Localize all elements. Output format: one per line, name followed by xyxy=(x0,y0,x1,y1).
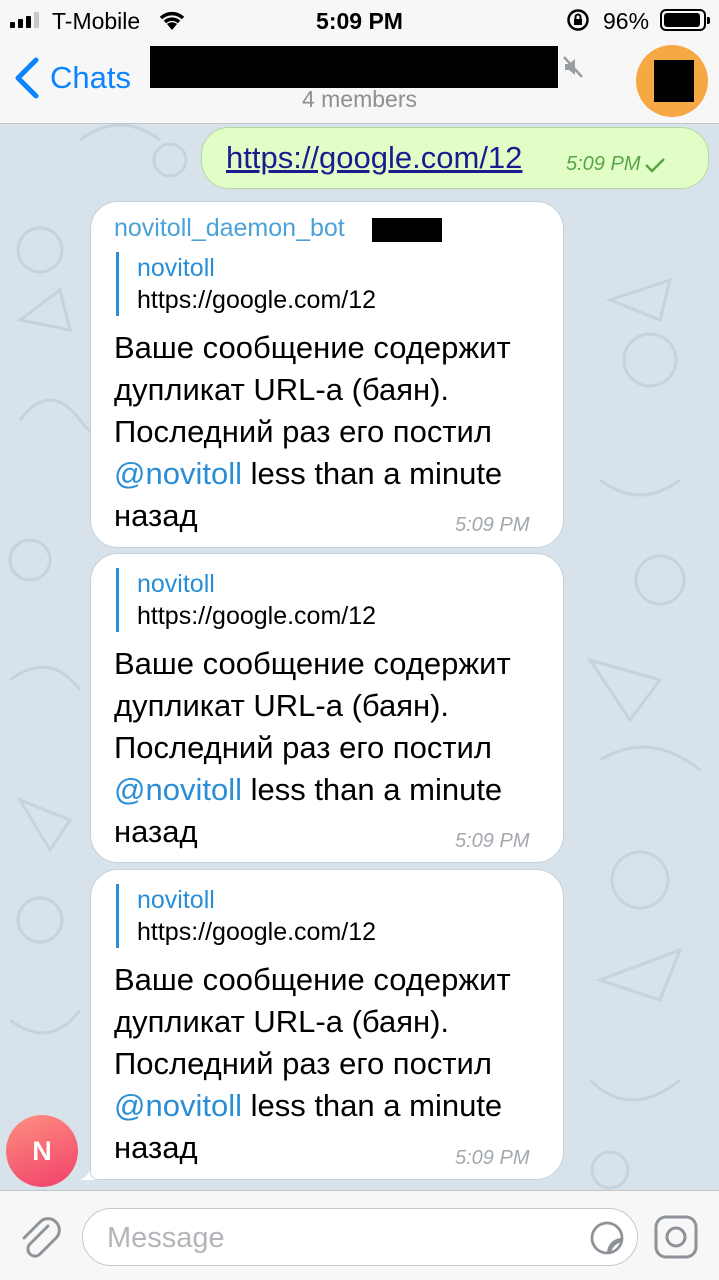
group-avatar[interactable] xyxy=(636,45,708,117)
outgoing-message[interactable]: https://google.com/12 5:09 PM xyxy=(201,127,709,189)
battery-icon xyxy=(660,9,710,31)
members-count: 4 members xyxy=(301,86,418,112)
message-input[interactable] xyxy=(107,1219,577,1257)
sender-redacted xyxy=(372,218,442,242)
reply-quote[interactable]: novitoll https://google.com/12 xyxy=(116,252,536,316)
reply-author: novitoll xyxy=(137,254,215,282)
mention-link[interactable]: @novitoll xyxy=(114,1088,242,1123)
incoming-message[interactable]: novitoll https://google.com/12 Ваше сооб… xyxy=(90,553,564,863)
rotation-lock-icon xyxy=(567,9,589,31)
chat-title-redacted[interactable] xyxy=(150,46,558,88)
message-text: Ваше сообщение содержит дупликат URL-а (… xyxy=(114,330,511,533)
reply-text: https://google.com/12 xyxy=(137,602,377,630)
mention-link[interactable]: @novitoll xyxy=(114,456,242,491)
status-bar: T-Mobile 5:09 PM 96% xyxy=(0,0,719,40)
sender-name[interactable]: novitoll_daemon_bot xyxy=(114,214,345,243)
message-text: Ваше сообщение содержит дупликат URL-а (… xyxy=(114,646,511,849)
avatar-redacted xyxy=(654,60,694,102)
camera-icon[interactable] xyxy=(653,1214,699,1260)
message-link[interactable]: https://google.com/12 xyxy=(226,140,522,176)
sender-avatar[interactable]: N xyxy=(6,1115,78,1187)
message-meta: 5:09 PM xyxy=(566,153,666,176)
chat-header: Chats 4 members xyxy=(0,40,719,124)
reply-author: novitoll xyxy=(137,570,215,598)
message-text: Ваше сообщение содержит дупликат URL-а (… xyxy=(114,962,511,1165)
sticker-icon[interactable] xyxy=(589,1220,625,1256)
check-icon xyxy=(645,157,666,173)
reply-quote[interactable]: novitoll https://google.com/12 xyxy=(116,884,536,948)
mute-icon xyxy=(563,56,583,78)
message-field[interactable] xyxy=(82,1208,638,1266)
attach-icon[interactable] xyxy=(18,1214,62,1260)
reply-text: https://google.com/12 xyxy=(137,918,377,946)
reply-author: novitoll xyxy=(137,886,215,914)
message-time: 5:09 PM xyxy=(566,153,641,175)
message-time: 5:09 PM xyxy=(455,830,530,852)
message-input-bar xyxy=(0,1190,719,1280)
reply-quote[interactable]: novitoll https://google.com/12 xyxy=(116,568,536,632)
message-time: 5:09 PM xyxy=(455,1147,530,1169)
message-time: 5:09 PM xyxy=(455,514,530,536)
incoming-message[interactable]: novitoll https://google.com/12 Ваше сооб… xyxy=(90,869,564,1180)
incoming-message[interactable]: novitoll_daemon_bot novitoll https://goo… xyxy=(90,201,564,548)
reply-text: https://google.com/12 xyxy=(137,286,377,314)
battery-percent: 96% xyxy=(603,8,650,34)
mention-link[interactable]: @novitoll xyxy=(114,772,242,807)
